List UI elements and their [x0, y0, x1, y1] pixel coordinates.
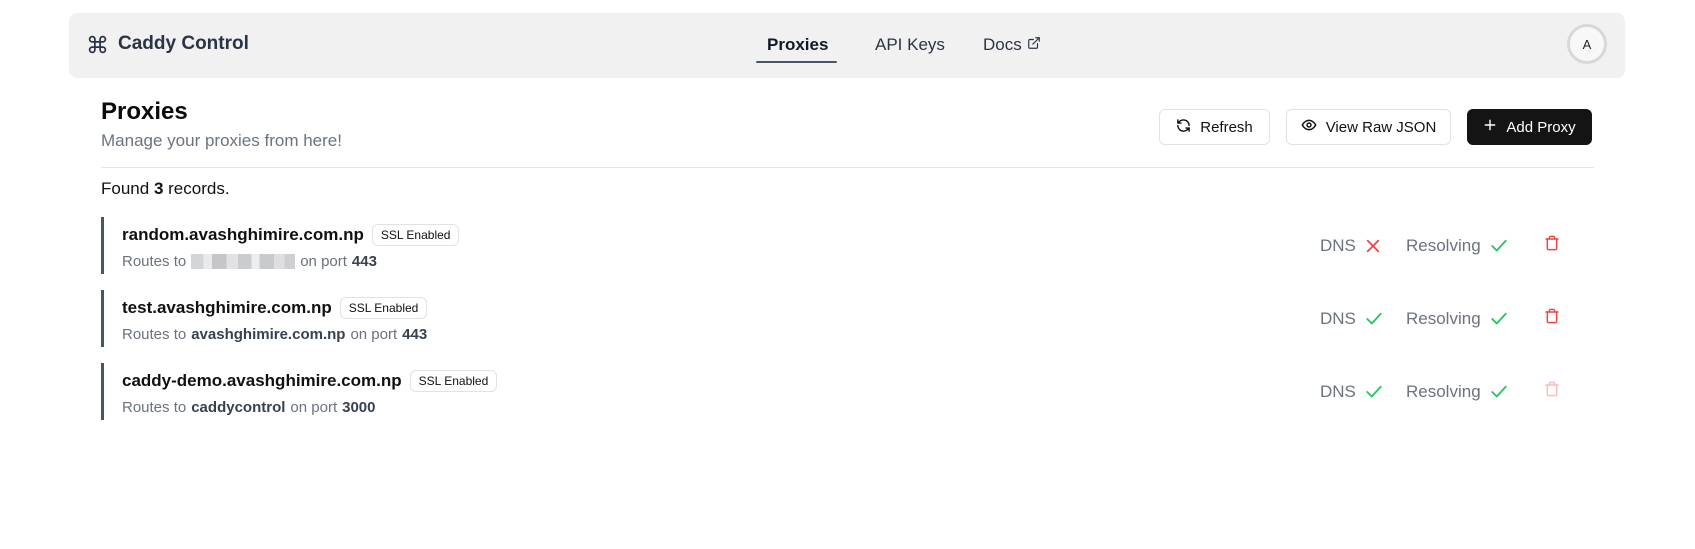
proxy-row: random.avashghimire.com.np SSL Enabled R… [101, 217, 1594, 274]
resolving-status: Resolving [1406, 382, 1509, 402]
port-prefix: on port [350, 326, 398, 343]
tab-label: Proxies [767, 35, 829, 54]
resolving-label: Resolving [1406, 382, 1481, 401]
resolving-label: Resolving [1406, 309, 1481, 328]
proxy-accent-bar [101, 290, 104, 347]
delete-button[interactable] [1542, 308, 1562, 328]
tab-api-keys[interactable]: API Keys [875, 35, 945, 55]
dns-status: DNS [1320, 382, 1384, 402]
x-icon [1364, 237, 1382, 255]
trash-icon [1544, 381, 1560, 402]
page-subtitle: Manage your proxies from here! [101, 131, 342, 150]
proxy-route: Routes to caddycontrol on port 3000 [122, 399, 375, 416]
proxy-route: Routes to avashghimire.com.np on port 44… [122, 326, 427, 343]
external-link-icon [1027, 35, 1041, 55]
active-tab-indicator [756, 61, 837, 63]
redacted-target [191, 254, 296, 269]
view-raw-json-button[interactable]: View Raw JSON [1286, 109, 1451, 145]
proxy-accent-bar [101, 363, 104, 420]
route-prefix: Routes to [122, 399, 187, 416]
check-icon [1364, 383, 1384, 401]
route-prefix: Routes to [122, 253, 187, 270]
route-port: 443 [351, 253, 377, 270]
tab-label: API Keys [875, 35, 945, 54]
avatar[interactable]: A [1567, 24, 1607, 64]
command-icon [87, 34, 108, 55]
tab-label: Docs [983, 35, 1022, 54]
add-proxy-button[interactable]: Add Proxy [1467, 109, 1592, 145]
delete-button[interactable] [1542, 381, 1562, 401]
records-count: 3 [153, 179, 164, 198]
proxy-domain: test.avashghimire.com.np [122, 298, 332, 317]
port-prefix: on port [290, 399, 338, 416]
route-target: avashghimire.com.np [191, 326, 346, 343]
route-prefix: Routes to [122, 326, 187, 343]
route-port: 443 [402, 326, 428, 343]
top-navbar: Caddy Control Proxies API Keys Docs A [69, 13, 1625, 78]
proxy-route: Routes to on port 443 [122, 253, 377, 270]
ssl-badge: SSL Enabled [371, 224, 460, 246]
dns-status: DNS [1320, 309, 1384, 329]
ssl-badge: SSL Enabled [339, 297, 428, 319]
refresh-button[interactable]: Refresh [1159, 109, 1270, 145]
records-prefix: Found [101, 179, 150, 198]
resolving-status: Resolving [1406, 236, 1509, 256]
refresh-label: Refresh [1200, 118, 1253, 136]
resolving-label: Resolving [1406, 236, 1481, 255]
page-title: Proxies [101, 98, 188, 125]
eye-icon [1301, 117, 1317, 137]
delete-button[interactable] [1542, 235, 1562, 255]
brand-name: Caddy Control [118, 33, 249, 54]
dns-status: DNS [1320, 236, 1382, 256]
check-icon [1489, 237, 1509, 255]
resolving-status: Resolving [1406, 309, 1509, 329]
route-target: caddycontrol [191, 399, 286, 416]
check-icon [1489, 310, 1509, 328]
proxy-domain: caddy-demo.avashghimire.com.np [122, 371, 402, 390]
check-icon [1364, 310, 1384, 328]
tab-proxies[interactable]: Proxies [767, 35, 828, 55]
trash-icon [1544, 235, 1560, 256]
view-raw-json-label: View Raw JSON [1325, 118, 1437, 136]
divider [101, 167, 1594, 168]
dns-label: DNS [1320, 309, 1356, 328]
refresh-icon [1176, 118, 1191, 137]
proxy-row: caddy-demo.avashghimire.com.np SSL Enabl… [101, 363, 1594, 420]
dns-label: DNS [1320, 236, 1356, 255]
records-suffix: records. [168, 179, 230, 198]
proxy-accent-bar [101, 217, 104, 274]
records-summary: Found 3 records. [101, 179, 230, 199]
add-proxy-label: Add Proxy [1506, 118, 1576, 136]
plus-icon [1483, 118, 1497, 136]
brand[interactable]: Caddy Control [87, 33, 249, 55]
check-icon [1489, 383, 1509, 401]
port-prefix: on port [300, 253, 347, 270]
proxy-domain: random.avashghimire.com.np [122, 225, 364, 244]
proxy-row: test.avashghimire.com.np SSL Enabled Rou… [101, 290, 1594, 347]
route-port: 3000 [342, 399, 376, 416]
ssl-badge: SSL Enabled [409, 370, 498, 392]
trash-icon [1544, 308, 1560, 329]
tab-docs[interactable]: Docs [983, 35, 1041, 55]
dns-label: DNS [1320, 382, 1356, 401]
